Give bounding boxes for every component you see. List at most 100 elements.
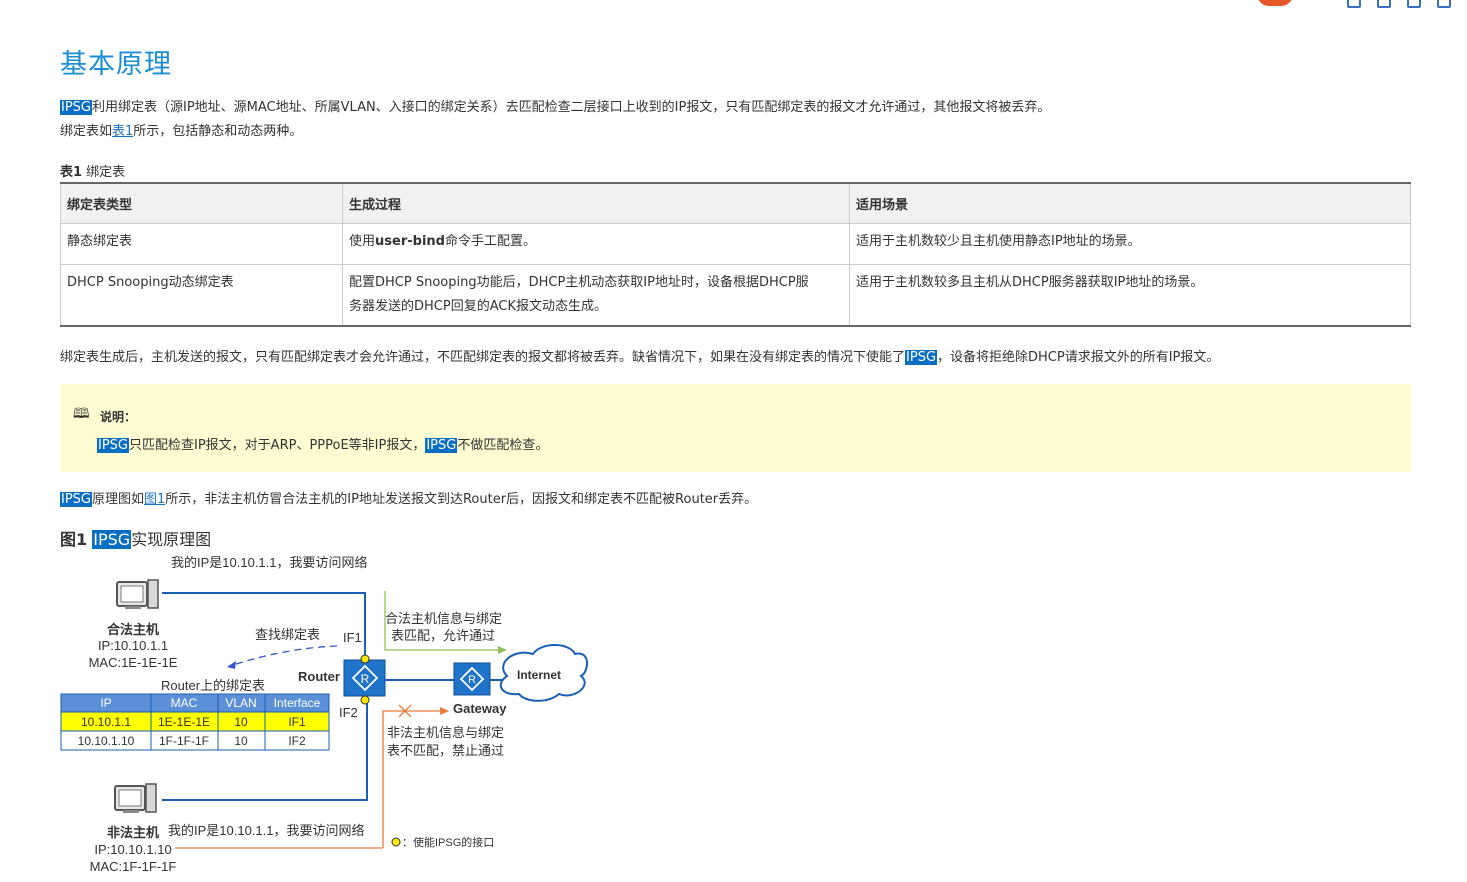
deny-text-1: 非法主机信息与绑定 xyxy=(387,725,504,740)
browser-toolbar-fragment xyxy=(1247,0,1467,8)
paragraph-text: 所示，非法主机仿冒合法主机的IP地址发送报文到达Router后，因报文和绑定表不… xyxy=(165,492,758,507)
column-header: 绑定表类型 xyxy=(60,182,343,224)
bind-cell: IF2 xyxy=(288,734,306,748)
ipsg-interface-marker xyxy=(360,695,370,705)
column-header: 适用场景 xyxy=(849,182,1411,224)
legal-host-speech: 我的IP是10.10.1.1，我要访问网络 xyxy=(171,555,368,570)
after-table-paragraph: 绑定表生成后，主机发送的报文，只有匹配绑定表才会允许通过，不匹配绑定表的报文都将… xyxy=(60,348,1219,368)
cell-text: 务器发送的DHCP回复的ACK报文动态生成。 xyxy=(349,299,607,314)
if2-label: IF2 xyxy=(339,705,358,720)
illegal-host-speech: 我的IP是10.10.1.1，我要访问网络 xyxy=(168,823,365,838)
lookup-arrow xyxy=(229,645,338,667)
deny-text-2: 表不匹配，禁止通过 xyxy=(387,743,504,758)
svg-text:R: R xyxy=(468,674,476,686)
allow-arrow-head xyxy=(498,646,507,654)
highlight-term: IPSG xyxy=(425,438,458,453)
bind-cell: 10 xyxy=(234,734,248,748)
table-caption-text: 绑定表 xyxy=(82,165,126,180)
note-text-part: 不做匹配检查。 xyxy=(457,438,549,453)
highlight-term: IPSG xyxy=(60,492,92,507)
bind-cell: 1F-1F-1F xyxy=(159,734,209,748)
illegal-host-name: 非法主机 xyxy=(107,825,159,840)
legal-host-pc-icon xyxy=(116,579,159,609)
bind-col-header: MAC xyxy=(171,696,198,710)
bind-col-header: IP xyxy=(100,696,111,710)
bind-cell: 10.10.1.1 xyxy=(81,715,131,729)
note-label: 说明： xyxy=(100,410,137,424)
cell-text: 使用 xyxy=(349,234,376,249)
legal-host-mac: MAC:1E-1E-1E xyxy=(89,655,178,670)
column-header: 生成过程 xyxy=(342,182,850,224)
table-caption: 表1 绑定表 xyxy=(60,161,125,180)
legend-text: ：使能IPSG的接口 xyxy=(402,835,494,849)
toolbar-icon[interactable] xyxy=(1377,0,1391,8)
intro-line-2: 绑定表如表1所示，包括静态和动态两种。 xyxy=(60,122,302,142)
table-cell: 配置DHCP Snooping功能后，DHCP主机动态获取IP地址时，设备根据D… xyxy=(342,264,850,327)
illegal-host-pc-icon xyxy=(114,783,157,813)
cell-text: 命令手工配置。 xyxy=(444,234,536,249)
table-row: 静态绑定表 使用user-bind命令手工配置。 适用于主机数较少且主机使用静态… xyxy=(60,223,1411,265)
table-cell: 适用于主机数较多且主机从DHCP服务器获取IP地址的场景。 xyxy=(849,264,1411,327)
ipsg-interface-marker xyxy=(360,654,370,664)
ipsg-diagram: 合法主机 IP:10.10.1.1 MAC:1E-1E-1E 我的IP是10.1… xyxy=(60,555,588,874)
app-logo-icon xyxy=(1257,0,1293,6)
if1-label: IF1 xyxy=(343,630,362,645)
intro-text: 所示，包括静态和动态两种。 xyxy=(133,124,303,139)
figure-caption: 图1 IPSG实现原理图 xyxy=(60,526,211,550)
legal-host-name: 合法主机 xyxy=(107,622,159,637)
router-label: Router xyxy=(298,669,340,684)
paragraph-text: 绑定表生成后，主机发送的报文，只有匹配绑定表才会允许通过，不匹配绑定表的报文都将… xyxy=(60,350,906,365)
note-text: IPSG只匹配检查IP报文，对于ARP、PPPoE等非IP报文，IPSG不做匹配… xyxy=(97,434,548,453)
figure-caption-text: 实现原理图 xyxy=(131,530,212,549)
bind-cell: IF1 xyxy=(288,715,306,729)
figure-1-link[interactable]: 图1 xyxy=(144,492,165,507)
deny-arrow-head xyxy=(440,707,449,715)
paragraph-text: ，设备将拒绝除DHCP请求报文外的所有IP报文。 xyxy=(937,350,1220,365)
allow-text-2: 表匹配，允许通过 xyxy=(391,628,495,643)
table-cell: 使用user-bind命令手工配置。 xyxy=(342,223,850,265)
bind-cell: 10 xyxy=(234,715,248,729)
table-caption-number: 表1 xyxy=(60,165,83,180)
toolbar-icon[interactable] xyxy=(1407,0,1421,8)
gateway-icon: R xyxy=(453,662,491,696)
command-name: user-bind xyxy=(375,234,445,249)
table-row: DHCP Snooping动态绑定表 配置DHCP Snooping功能后，DH… xyxy=(60,264,1411,327)
figure-intro-paragraph: IPSG原理图如图1所示，非法主机仿冒合法主机的IP地址发送报文到达Router… xyxy=(60,490,757,510)
intro-line-1: IPSG利用绑定表（源IP地址、源MAC地址、所属VLAN、入接口的绑定关系）去… xyxy=(60,98,1050,118)
figure-caption-number: 图1 xyxy=(60,530,88,549)
table-header-row: 绑定表类型 生成过程 适用场景 xyxy=(60,182,1411,224)
highlight-term: IPSG xyxy=(92,530,132,549)
table-cell: DHCP Snooping动态绑定表 xyxy=(60,264,343,327)
table-cell: 适用于主机数较少且主机使用静态IP地址的场景。 xyxy=(849,223,1411,265)
cell-text: 配置DHCP Snooping功能后，DHCP主机动态获取IP地址时，设备根据D… xyxy=(349,275,809,290)
highlight-term: IPSG xyxy=(905,350,938,365)
highlight-term: IPSG xyxy=(60,100,92,115)
gateway-label: Gateway xyxy=(453,701,507,716)
router-icon: R xyxy=(343,659,386,697)
intro-text: 利用绑定表（源IP地址、源MAC地址、所属VLAN、入接口的绑定关系）去匹配检查… xyxy=(92,100,1051,115)
bind-cell: 10.10.1.10 xyxy=(78,734,135,748)
bind-cell: 1E-1E-1E xyxy=(158,715,210,729)
toolbar-icon[interactable] xyxy=(1437,0,1451,8)
intro-text: 绑定表如 xyxy=(60,124,113,139)
table-1-link[interactable]: 表1 xyxy=(112,124,133,139)
table-cell: 静态绑定表 xyxy=(60,223,343,265)
note-text-part: 只匹配检查IP报文，对于ARP、PPPoE等非IP报文， xyxy=(129,438,426,453)
internet-label: Internet xyxy=(517,668,561,682)
paragraph-text: 原理图如 xyxy=(92,492,145,507)
svg-text:R: R xyxy=(361,672,370,686)
bind-table-title: Router上的绑定表 xyxy=(161,678,265,693)
legal-host-ip: IP:10.10.1.1 xyxy=(98,638,168,653)
illegal-host-mac: MAC:1F-1F-1F xyxy=(90,859,177,874)
lookup-arrow-head xyxy=(227,661,236,669)
allow-text-1: 合法主机信息与绑定 xyxy=(385,611,502,626)
note-box: 🕮 说明： IPSG只匹配检查IP报文，对于ARP、PPPoE等非IP报文，IP… xyxy=(60,384,1411,472)
illegal-host-ip: IP:10.10.1.10 xyxy=(94,842,171,857)
highlight-term: IPSG xyxy=(97,438,129,453)
book-icon: 🕮 xyxy=(73,406,90,422)
bind-col-header: VLAN xyxy=(225,696,256,710)
legend-marker-icon xyxy=(391,837,401,847)
toolbar-icon[interactable] xyxy=(1347,0,1361,8)
bind-col-header: Interface xyxy=(274,696,321,710)
page-title: 基本原理 xyxy=(60,49,172,80)
